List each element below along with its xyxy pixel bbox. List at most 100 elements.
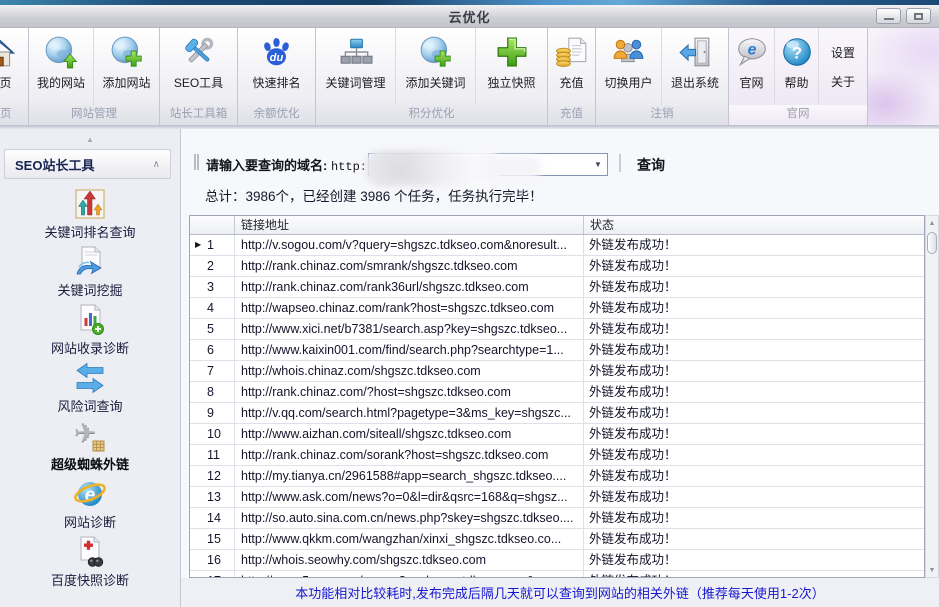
add-site-button[interactable]: 添加网站: [94, 28, 159, 105]
row-status: 外链发布成功！: [584, 508, 924, 528]
row-url: http://rank.chinaz.com/rank36url/shgszc.…: [235, 277, 584, 297]
collapse-chevron-icon[interactable]: ∧: [153, 159, 160, 170]
header-link-address[interactable]: 链接地址: [235, 216, 584, 234]
table-row[interactable]: 9 http://v.qq.com/search.html?pagetype=3…: [190, 403, 924, 424]
sidebar-item-baidu-snapshot-diagnosis[interactable]: 百度快照诊断: [0, 535, 180, 593]
table-row[interactable]: 17 http://www.5c.com.cn/s.aspx?q=shgszc.…: [190, 571, 924, 578]
table-row[interactable]: 12 http://my.tianya.cn/2961588#app=searc…: [190, 466, 924, 487]
scroll-up-icon[interactable]: ▲: [929, 216, 936, 230]
sidebar-item-risk-word-query[interactable]: 风险词查询: [0, 361, 180, 419]
table-row[interactable]: 10 http://www.aizhan.com/siteall/shgszc.…: [190, 424, 924, 445]
row-url: http://so.auto.sina.com.cn/news.php?skey…: [235, 508, 584, 528]
row-number: 15: [207, 532, 221, 546]
titlebar[interactable]: 云优化: [0, 5, 939, 28]
keyword-mgmt-button[interactable]: 关键词管理: [316, 28, 396, 105]
dropdown-arrow-icon[interactable]: ▼: [589, 160, 607, 169]
table-row[interactable]: 14 http://so.auto.sina.com.cn/news.php?s…: [190, 508, 924, 529]
sidebar-item-keyword-mining[interactable]: 关键词挖掘: [0, 245, 180, 303]
row-url: http://www.5c.com.cn/s.aspx?q=shgszc.tdk…: [235, 571, 584, 578]
group-label-logout: 注销: [596, 105, 728, 125]
row-number: 6: [207, 343, 214, 357]
sidebar-scroll-up-icon[interactable]: ▲: [0, 135, 180, 144]
row-number: 4: [207, 301, 214, 315]
row-number: 14: [207, 511, 221, 525]
task-summary: 总计：3986个，已经创建 3986 个任务，任务执行完毕！: [205, 185, 543, 205]
my-sites-button[interactable]: 我的网站: [29, 28, 94, 105]
table-row[interactable]: 16 http://whois.seowhy.com/shgszc.tdkseo…: [190, 550, 924, 571]
table-row[interactable]: 4 http://wapseo.chinaz.com/rank?host=shg…: [190, 298, 924, 319]
exit-button[interactable]: 退出系统: [662, 28, 728, 105]
recharge-label: 充值: [559, 74, 583, 91]
row-number: 1: [207, 238, 214, 252]
doc-chart-plus-icon: [73, 303, 107, 337]
snapshot-button[interactable]: 独立快照: [476, 28, 547, 105]
query-button[interactable]: 查询: [631, 153, 671, 177]
table-row[interactable]: 8 http://rank.chinaz.com/?host=shgszc.td…: [190, 382, 924, 403]
row-number: 3: [207, 280, 214, 294]
row-number: 10: [207, 427, 221, 441]
header-row-number[interactable]: [190, 216, 235, 234]
table-row[interactable]: 15 http://www.qkkm.com/wangzhan/xinxi_sh…: [190, 529, 924, 550]
seo-tools-button[interactable]: SEO工具: [160, 28, 237, 105]
sidebar-item-label: 超级蜘蛛外链: [51, 454, 129, 473]
sidebar-header[interactable]: SEO站长工具 ∧: [4, 149, 171, 179]
footer-bar: 本功能相对比较耗时,发布完成后隔几天就可以查询到网站的相关外链（推荐每天使用1-…: [181, 578, 939, 607]
row-status: 外链发布成功！: [584, 424, 924, 444]
header-status[interactable]: 状态: [584, 216, 924, 234]
sidebar-item-label: 风险词查询: [57, 396, 122, 415]
row-url: http://www.ask.com/news?o=0&l=dir&qsrc=1…: [235, 487, 584, 507]
group-label-toolbox: 站长工具箱: [160, 105, 237, 125]
group-label-points: 积分优化: [316, 105, 547, 125]
snapshot-label: 独立快照: [487, 74, 535, 91]
fast-rank-button[interactable]: du 快速排名: [238, 28, 315, 105]
ribbon-group-points: 关键词管理 添加关键词 独立快照 积分优化: [316, 28, 548, 125]
help-icon: ?: [780, 35, 814, 69]
table-body: ▶1 http://v.sogou.com/v?query=shgszc.tdk…: [190, 235, 924, 578]
globe-plus-icon: [419, 35, 453, 69]
table-row[interactable]: 7 http://whois.chinaz.com/shgszc.tdkseo.…: [190, 361, 924, 382]
sidebar-item-super-spider-backlink[interactable]: ✈ 超级蜘蛛外链: [0, 419, 180, 477]
settings-button[interactable]: 设置: [827, 42, 859, 63]
row-status: 外链发布成功！: [584, 445, 924, 465]
my-sites-label: 我的网站: [37, 74, 85, 91]
ribbon-group-logout: 切换用户 退出系统 注销: [596, 28, 729, 125]
sidebar-item-site-index-diagnosis[interactable]: 网站收录诊断: [0, 303, 180, 361]
svg-text:?: ?: [791, 43, 801, 62]
switch-user-button[interactable]: 切换用户: [596, 28, 662, 105]
row-status: 外链发布成功！: [584, 550, 924, 570]
row-status: 外链发布成功！: [584, 529, 924, 549]
row-url: http://www.xici.net/b7381/search.asp?key…: [235, 319, 584, 339]
home-button[interactable]: 首页: [0, 28, 28, 105]
sidebar: ▲ SEO站长工具 ∧ 关键词排名查询: [0, 129, 181, 607]
official-site-button[interactable]: e 官网: [729, 28, 775, 105]
table-row[interactable]: 13 http://www.ask.com/news?o=0&l=dir&qsr…: [190, 487, 924, 508]
fast-rank-label: 快速排名: [252, 74, 300, 91]
help-button[interactable]: ? 帮助: [775, 28, 819, 105]
ribbon-decoration: [868, 28, 939, 125]
table-header: 链接地址 状态: [190, 216, 924, 235]
sidebar-item-site-diagnosis[interactable]: e 网站诊断: [0, 477, 180, 535]
coins-doc-icon: [555, 35, 589, 69]
minimize-button[interactable]: [876, 8, 901, 24]
home-label: 首页: [0, 74, 12, 91]
scroll-down-icon[interactable]: ▼: [929, 563, 936, 577]
table-row[interactable]: 11 http://rank.chinaz.com/sorank?host=sh…: [190, 445, 924, 466]
switch-user-label: 切换用户: [604, 74, 652, 91]
recharge-button[interactable]: 充值: [548, 28, 595, 105]
table-row[interactable]: 2 http://rank.chinaz.com/smrank/shgszc.t…: [190, 256, 924, 277]
table-row[interactable]: 6 http://www.kaixin001.com/find/search.p…: [190, 340, 924, 361]
table-row[interactable]: ▶1 http://v.sogou.com/v?query=shgszc.tdk…: [190, 235, 924, 256]
maximize-button[interactable]: [906, 8, 931, 24]
ie-logo-icon: e: [73, 477, 107, 511]
scrollbar-thumb[interactable]: [927, 232, 937, 254]
vertical-scrollbar[interactable]: ▲ ▼: [925, 215, 939, 578]
table-row[interactable]: 5 http://www.xici.net/b7381/search.asp?k…: [190, 319, 924, 340]
maximize-icon: [914, 13, 923, 20]
svg-text:du: du: [269, 52, 283, 64]
rank-arrows-icon: [73, 187, 107, 221]
sidebar-item-keyword-rank-query[interactable]: 关键词排名查询: [0, 187, 180, 245]
about-button[interactable]: 关于: [827, 71, 859, 92]
table-row[interactable]: 3 http://rank.chinaz.com/rank36url/shgsz…: [190, 277, 924, 298]
ribbon-group-balance: du 快速排名 余额优化: [238, 28, 316, 125]
add-keyword-button[interactable]: 添加关键词: [396, 28, 476, 105]
